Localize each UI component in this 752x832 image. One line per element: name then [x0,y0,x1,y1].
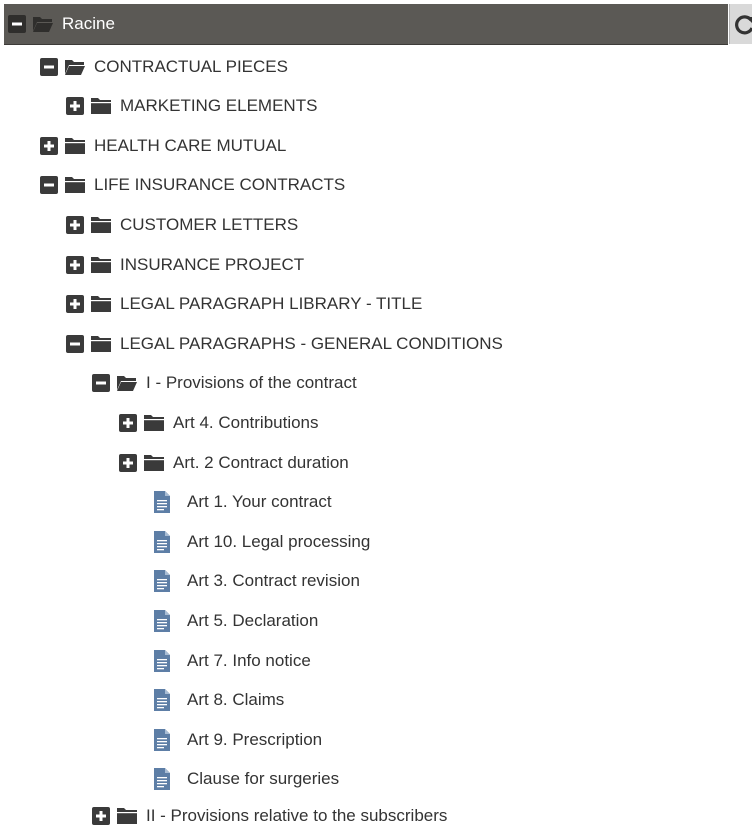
folder-icon [144,455,164,471]
tree-node-label[interactable]: LEGAL PARAGRAPHS - GENERAL CONDITIONS [120,334,503,354]
tree-node[interactable]: Art. 2 Contract duration [119,443,349,483]
tree-node-label[interactable]: INSURANCE PROJECT [120,255,304,275]
tree-node-file[interactable]: Art 10. Legal processing [153,522,370,562]
folder-icon [65,138,85,154]
document-icon [154,729,170,751]
tree-node-label[interactable]: Clause for surgeries [187,769,339,789]
tree-node-label[interactable]: Art 8. Claims [187,690,284,710]
tree-node-file[interactable]: Art 5. Declaration [153,601,318,641]
collapse-icon[interactable] [8,15,26,33]
tree-node-label[interactable]: CUSTOMER LETTERS [120,215,298,235]
tree-node-file[interactable]: Art 7. Info notice [153,641,311,681]
tree-node[interactable]: I - Provisions of the contract [92,363,357,403]
folder-icon [91,296,111,312]
document-icon [154,531,170,553]
folder-open-icon [117,376,137,391]
expand-icon[interactable] [119,454,137,472]
tree-node[interactable]: CONTRACTUAL PIECES [40,47,288,87]
expand-icon[interactable] [66,256,84,274]
tree-node-root[interactable]: Racine [8,4,115,44]
document-icon [154,491,170,513]
tree-node[interactable]: II - Provisions relative to the subscrib… [92,799,447,832]
folder-icon [65,177,85,193]
tree-node-label[interactable]: CONTRACTUAL PIECES [94,57,288,77]
tree-node-file[interactable]: Art 9. Prescription [153,720,322,760]
collapse-icon[interactable] [40,176,58,194]
expand-icon[interactable] [119,414,137,432]
tree-node-label[interactable]: Art 9. Prescription [187,730,322,750]
folder-open-icon [65,60,85,75]
tree-node-label[interactable]: HEALTH CARE MUTUAL [94,136,286,156]
expand-icon[interactable] [66,295,84,313]
tree-node[interactable]: CUSTOMER LETTERS [66,205,298,245]
folder-icon [91,336,111,352]
tree-node[interactable]: MARKETING ELEMENTS [66,86,317,126]
tree-node-label[interactable]: Art 4. Contributions [173,413,319,433]
folder-icon [117,807,137,824]
tree-node-label[interactable]: Art 7. Info notice [187,651,311,671]
expand-icon[interactable] [66,216,84,234]
folder-icon [91,98,111,114]
tree-node[interactable]: Art 4. Contributions [119,403,319,443]
tree-node-label[interactable]: MARKETING ELEMENTS [120,96,317,116]
tree-node-label[interactable]: Art. 2 Contract duration [173,453,349,473]
tree-node-label[interactable]: Art 1. Your contract [187,492,332,512]
folder-icon [144,415,164,431]
tree-node[interactable]: LEGAL PARAGRAPH LIBRARY - TITLE [66,284,422,324]
tree-node-label[interactable]: I - Provisions of the contract [146,373,357,393]
tree-node[interactable]: HEALTH CARE MUTUAL [40,126,286,166]
tree-node-file[interactable]: Clause for surgeries [153,759,339,799]
folder-icon [91,257,111,273]
expand-icon[interactable] [92,806,110,825]
tree-node-label[interactable]: LIFE INSURANCE CONTRACTS [94,175,345,195]
tree-node-label[interactable]: LEGAL PARAGRAPH LIBRARY - TITLE [120,294,422,314]
folder-tree: Racine CONTRACTUAL PIECES MARKETING ELEM… [0,0,752,832]
document-icon [154,570,170,592]
document-icon [154,610,170,632]
tree-node-file[interactable]: Art 8. Claims [153,680,284,720]
tree-node-label[interactable]: Art 3. Contract revision [187,571,360,591]
expand-icon[interactable] [40,137,58,155]
expand-icon[interactable] [66,97,84,115]
document-icon [154,689,170,711]
tree-node-file[interactable]: Art 3. Contract revision [153,561,360,601]
document-icon [154,768,170,790]
folder-open-icon [33,17,53,32]
document-icon [154,650,170,672]
refresh-button[interactable] [729,4,752,44]
collapse-icon[interactable] [92,374,110,392]
tree-node[interactable]: LEGAL PARAGRAPHS - GENERAL CONDITIONS [66,324,503,364]
folder-icon [91,217,111,233]
tree-node-label[interactable]: Art 5. Declaration [187,611,318,631]
tree-node-label[interactable]: Art 10. Legal processing [187,532,370,552]
tree-node-file[interactable]: Art 1. Your contract [153,482,332,522]
collapse-icon[interactable] [40,58,58,76]
tree-node[interactable]: INSURANCE PROJECT [66,245,304,285]
tree-node[interactable]: LIFE INSURANCE CONTRACTS [40,165,345,205]
tree-node-label[interactable]: Racine [62,14,115,34]
refresh-icon [735,15,752,35]
tree-node-label[interactable]: II - Provisions relative to the subscrib… [146,806,447,826]
collapse-icon[interactable] [66,335,84,353]
